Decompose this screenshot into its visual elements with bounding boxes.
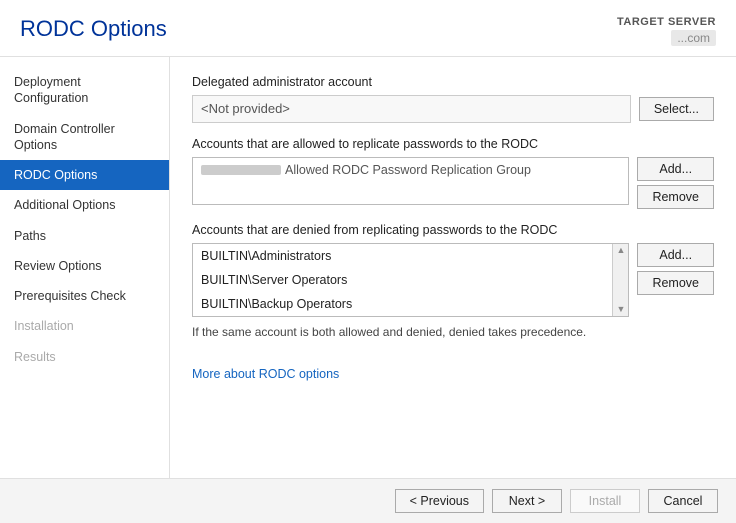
cancel-button[interactable]: Cancel <box>648 489 718 513</box>
blurred-prefix <box>201 165 281 175</box>
info-text: If the same account is both allowed and … <box>192 325 714 339</box>
footer: < Previous Next > Install Cancel <box>0 478 736 523</box>
select-button[interactable]: Select... <box>639 97 714 121</box>
allowed-remove-button[interactable]: Remove <box>637 185 714 209</box>
allowed-add-button[interactable]: Add... <box>637 157 714 181</box>
target-server-value: ...com <box>671 30 716 46</box>
allowed-item-text: Allowed RODC Password Replication Group <box>285 163 531 177</box>
scroll-down-arrow[interactable]: ▼ <box>616 305 625 314</box>
main-container: RODC Options TARGET SERVER ...com Deploy… <box>0 0 736 523</box>
sidebar-item-deployment[interactable]: Deployment Configuration <box>0 67 169 114</box>
sidebar-item-paths[interactable]: Paths <box>0 221 169 251</box>
allowed-btn-group: Add... Remove <box>637 157 714 209</box>
allowed-list-wrap: Allowed RODC Password Replication Group <box>192 157 629 205</box>
sidebar-item-prereq[interactable]: Prerequisites Check <box>0 281 169 311</box>
list-item[interactable]: BUILTIN\Server Operators <box>193 268 612 292</box>
body-row: Deployment Configuration Domain Controll… <box>0 57 736 478</box>
sidebar-item-review[interactable]: Review Options <box>0 251 169 281</box>
delegated-value: <Not provided> <box>192 95 631 123</box>
more-link[interactable]: More about RODC options <box>192 367 339 381</box>
denied-btn-group: Add... Remove <box>637 243 714 295</box>
list-item[interactable]: Allowed RODC Password Replication Group <box>193 158 628 182</box>
denied-section: BUILTIN\Administrators BUILTIN\Server Op… <box>192 243 714 317</box>
denied-list-wrap: BUILTIN\Administrators BUILTIN\Server Op… <box>192 243 629 317</box>
list-item[interactable]: BUILTIN\Backup Operators <box>193 292 612 316</box>
denied-label: Accounts that are denied from replicatin… <box>192 223 714 237</box>
header: RODC Options TARGET SERVER ...com <box>0 0 736 57</box>
sidebar-item-rodc-options[interactable]: RODC Options <box>0 160 169 190</box>
install-button[interactable]: Install <box>570 489 640 513</box>
denied-remove-button[interactable]: Remove <box>637 271 714 295</box>
sidebar-item-installation: Installation <box>0 311 169 341</box>
delegated-row: <Not provided> Select... <box>192 95 714 123</box>
delegated-label: Delegated administrator account <box>192 75 714 89</box>
denied-add-button[interactable]: Add... <box>637 243 714 267</box>
list-item[interactable]: BUILTIN\Administrators <box>193 244 612 268</box>
allowed-section: Allowed RODC Password Replication Group … <box>192 157 714 209</box>
sidebar-item-results: Results <box>0 342 169 372</box>
denied-list-box: BUILTIN\Administrators BUILTIN\Server Op… <box>192 243 629 317</box>
target-server-block: TARGET SERVER ...com <box>617 16 716 46</box>
allowed-list-box: Allowed RODC Password Replication Group <box>192 157 629 205</box>
scrollbar[interactable]: ▲ ▼ <box>612 244 628 316</box>
page-title: RODC Options <box>20 16 167 42</box>
allowed-label: Accounts that are allowed to replicate p… <box>192 137 714 151</box>
next-button[interactable]: Next > <box>492 489 562 513</box>
content-area: Delegated administrator account <Not pro… <box>170 57 736 478</box>
target-server-label: TARGET SERVER <box>617 16 716 28</box>
previous-button[interactable]: < Previous <box>395 489 484 513</box>
sidebar-item-additional[interactable]: Additional Options <box>0 190 169 220</box>
sidebar: Deployment Configuration Domain Controll… <box>0 57 170 478</box>
scroll-up-arrow[interactable]: ▲ <box>616 246 625 255</box>
sidebar-item-dc-options[interactable]: Domain Controller Options <box>0 114 169 161</box>
